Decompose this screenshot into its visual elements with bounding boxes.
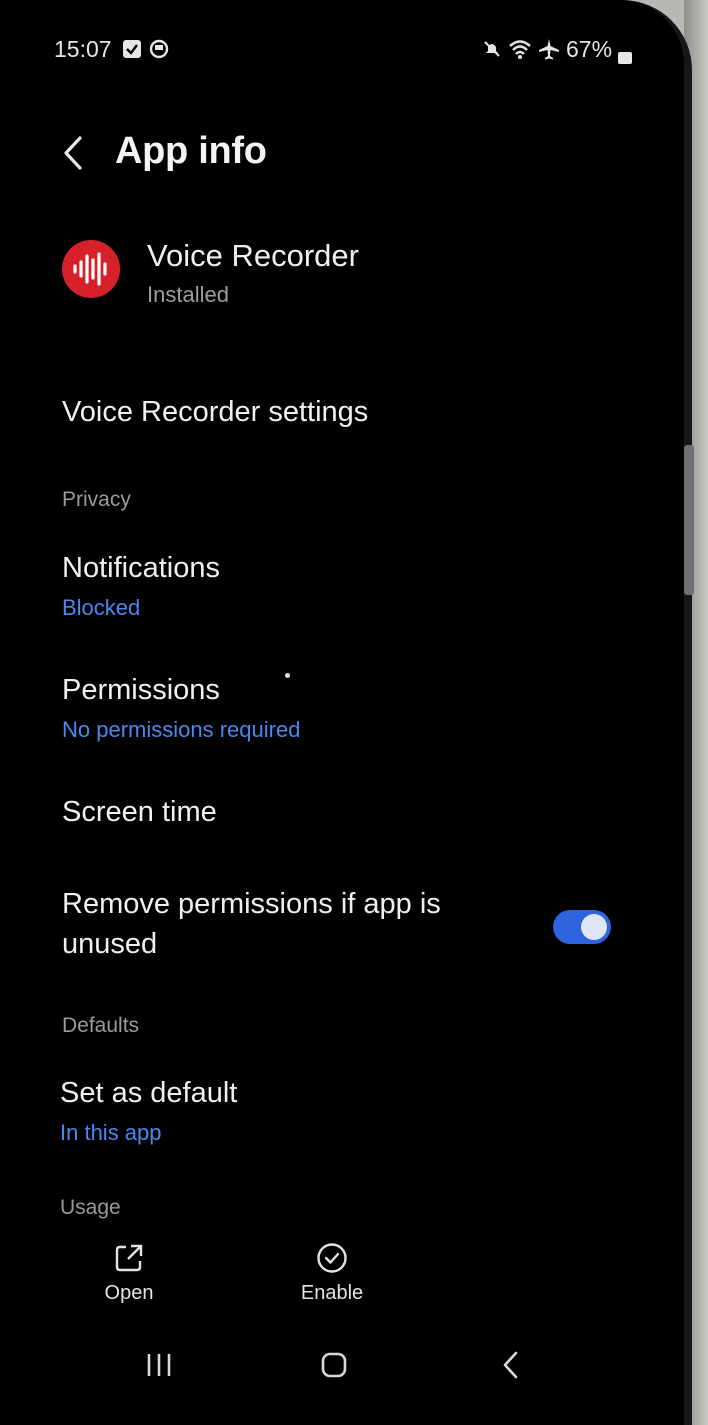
enable-button[interactable]: Enable [293,1242,371,1305]
page-title: App info [115,130,267,172]
set-as-default-value: In this app [60,1120,162,1145]
touch-indicator [285,673,290,678]
voice-recorder-icon [62,240,120,298]
permissions-status: No permissions required [62,717,301,742]
mute-icon [482,39,502,65]
battery-icon [618,44,632,70]
app-settings-item[interactable]: Voice Recorder settings [62,396,368,429]
open-external-icon [92,1242,166,1274]
app-name: Voice Recorder [147,238,359,273]
status-time: 15:07 [54,36,112,62]
check-circle-icon [293,1242,371,1274]
home-icon[interactable] [320,1350,348,1385]
back-arrow-icon[interactable] [60,134,86,172]
permissions-title: Permissions [62,674,220,706]
app-bar: App info [0,120,684,190]
status-bar: 15:07 67% [0,30,684,70]
section-header-usage: Usage [60,1196,121,1219]
screen-time-item[interactable]: Screen time [62,796,217,829]
notifications-status: Blocked [62,595,141,620]
screenshot-icon [122,39,142,65]
airplane-mode-icon [538,38,560,66]
wifi-icon [508,38,532,66]
phone-side-button [684,445,694,595]
battery-level: 67% [566,36,613,62]
phone-screen: 15:07 67% App info Voice Recorder Instal… [0,0,684,1425]
open-button[interactable]: Open [92,1242,166,1305]
app-install-status: Installed [147,282,229,307]
recents-icon[interactable] [146,1350,172,1385]
toggle-knob [581,914,607,940]
remove-permissions-line1: Remove permissions if app is [62,888,441,920]
notifications-title: Notifications [62,552,220,584]
remove-permissions-toggle[interactable] [553,910,611,944]
section-header-privacy: Privacy [62,488,131,511]
nav-back-icon[interactable] [500,1350,522,1385]
bottom-action-bar: Open Enable [0,1238,684,1318]
enable-label: Enable [300,1282,364,1304]
navigation-bar [0,1340,684,1396]
set-as-default-title: Set as default [60,1077,238,1109]
section-header-defaults: Defaults [62,1014,140,1037]
app-notification-icon [149,39,169,65]
open-label: Open [104,1282,154,1304]
remove-permissions-line2: unused [62,928,158,960]
